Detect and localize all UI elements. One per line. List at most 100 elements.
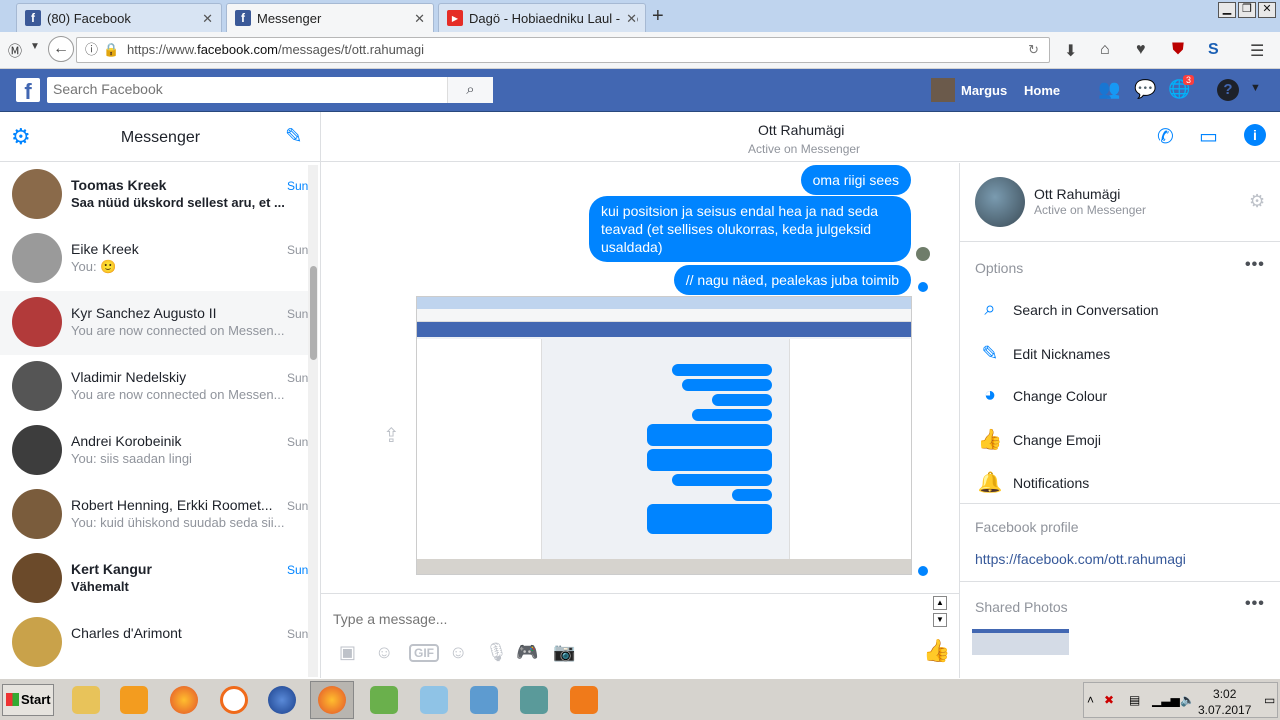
ublock-icon[interactable]: ⛊ <box>1172 41 1184 59</box>
conversation-item[interactable]: Kert Kangur Vähemalt Sun <box>0 547 308 611</box>
url-bar[interactable]: ⓘ 🔒 https://www.facebook.com/messages/t/… <box>76 37 1050 63</box>
paint-icon[interactable] <box>362 681 406 719</box>
firefox-active-icon[interactable] <box>310 681 354 719</box>
menu-logo-icon[interactable]: Ⓜ <box>8 41 22 61</box>
shared-photo-thumbnail[interactable] <box>972 629 1069 655</box>
help-icon[interactable]: ? <box>1217 79 1239 101</box>
scroll-up-icon[interactable]: ▲ <box>933 596 947 610</box>
restore-button[interactable]: ❐ <box>1238 2 1256 18</box>
option-label: Change Emoji <box>1013 431 1101 448</box>
avast-icon[interactable] <box>212 681 256 719</box>
option-change-colour[interactable]: ◕ Change Colour <box>975 384 1107 407</box>
start-button[interactable]: Start <box>2 684 54 716</box>
more-options-icon[interactable]: ••• <box>1245 595 1265 613</box>
account-dropdown-icon[interactable]: ▼ <box>1250 82 1261 94</box>
home-icon[interactable]: ⌂ <box>1100 41 1110 59</box>
conversation-item[interactable]: Robert Henning, Erkki Roomet... You: kuid… <box>0 483 308 547</box>
info-icon[interactable]: ⓘ <box>85 38 98 62</box>
thunderbird-icon[interactable] <box>260 681 304 719</box>
volume-icon[interactable]: 🔈 <box>1180 693 1195 707</box>
download-icon[interactable]: ⬇ <box>1064 41 1077 61</box>
close-icon[interactable]: ✕ <box>622 11 637 27</box>
screenshot-tool-icon[interactable] <box>462 681 506 719</box>
search-icon[interactable]: ⌕ <box>447 77 493 103</box>
network-tool-icon[interactable] <box>512 681 556 719</box>
search-input[interactable] <box>53 77 453 101</box>
phone-icon[interactable]: ✆ <box>1157 124 1174 149</box>
user-name: Margus <box>961 82 1008 98</box>
more-options-icon[interactable]: ••• <box>1245 256 1265 274</box>
printer-icon[interactable]: ▤ <box>1129 693 1140 707</box>
info-icon[interactable]: i <box>1244 124 1266 146</box>
profile-link[interactable]: Margus <box>931 78 1007 102</box>
conversation-item[interactable]: Eike Kreek You: 🙂 Sun <box>0 227 308 291</box>
microphone-icon[interactable]: 🎙 <box>485 642 508 663</box>
conversation-item[interactable]: Andrei Korobeinik You: siis saadan lingi S… <box>0 419 308 483</box>
conversation-item[interactable]: Kyr Sanchez Augusto II You are now connec… <box>0 291 308 355</box>
extension-s-icon[interactable]: S <box>1208 41 1219 59</box>
screenshot-image[interactable] <box>416 296 912 575</box>
option-search-in-conversation[interactable]: ⌕ Search in Conversation <box>975 298 1158 321</box>
scroll-down-icon[interactable]: ▼ <box>933 613 947 627</box>
show-desktop-icon[interactable]: ▭ <box>1264 693 1275 707</box>
option-label: Edit Nicknames <box>1013 345 1111 362</box>
media-player-icon[interactable] <box>112 681 156 719</box>
tab-facebook[interactable]: f (80) Facebook ✕ <box>16 3 222 32</box>
conversation-item[interactable]: Vladimir Nedelskiy You are now connected … <box>0 355 308 419</box>
home-link[interactable]: Home <box>1024 83 1060 98</box>
close-window-button[interactable]: ✕ <box>1258 2 1276 18</box>
image-icon[interactable]: ▣ <box>339 642 356 663</box>
sticker-icon[interactable]: ☺ <box>375 642 393 663</box>
message-bubble[interactable]: // nagu näed, pealekas juba toimib <box>673 265 911 295</box>
friend-requests-icon[interactable]: 👥 <box>1098 79 1120 100</box>
thumbs-up-icon[interactable]: 👍 <box>923 638 950 664</box>
option-change-emoji[interactable]: 👍 Change Emoji <box>975 427 1101 452</box>
chevron-down-icon[interactable]: ▼ <box>30 41 40 52</box>
hamburger-menu-icon[interactable]: ☰ <box>1250 41 1264 61</box>
pocket-icon[interactable]: ♥ <box>1136 41 1146 59</box>
chevron-up-icon[interactable]: ˄ <box>1087 693 1094 707</box>
close-icon[interactable]: ✕ <box>202 11 213 27</box>
url-path: /messages/t/ott.rahumagi <box>278 42 424 57</box>
compose-icon[interactable]: ✎ <box>285 124 303 149</box>
share-icon[interactable]: ⇪ <box>383 423 400 448</box>
option-edit-nicknames[interactable]: ✎ Edit Nicknames <box>975 341 1111 366</box>
scrollbar[interactable] <box>308 165 318 677</box>
game-controller-icon[interactable]: 🎮 <box>516 642 538 663</box>
firefox-icon[interactable] <box>162 681 206 719</box>
gear-icon[interactable]: ⚙ <box>1249 191 1265 212</box>
reload-icon[interactable]: ↻ <box>1028 38 1039 62</box>
camera-icon[interactable]: 📷 <box>553 642 575 663</box>
conversation-item[interactable]: Charles d'Arimont Sun <box>0 611 308 675</box>
facebook-logo-icon[interactable]: f <box>16 78 40 104</box>
option-notifications[interactable]: 🔔 Notifications <box>975 470 1090 495</box>
contact-name[interactable]: Ott Rahumägi <box>1034 186 1120 202</box>
tab-youtube[interactable]: ▶ Dagö - Hobiaedniku Laul - Yo ✕ <box>438 3 646 32</box>
scrollbar-thumb[interactable] <box>310 266 317 360</box>
conversation-snippet: You: 🙂 <box>71 259 117 274</box>
messenger-icon[interactable]: 💬 <box>1134 79 1156 100</box>
minimize-button[interactable]: ▁ <box>1218 2 1236 18</box>
new-tab-button[interactable]: + <box>652 5 664 28</box>
emoji-icon[interactable]: ☺ <box>449 642 467 663</box>
network-error-icon[interactable]: ✖ <box>1104 693 1114 707</box>
pdf-icon[interactable] <box>562 681 606 719</box>
profile-link[interactable]: https://facebook.com/ott.rahumagi <box>975 551 1186 567</box>
message-bubble[interactable]: kui positsion ja seisus endal hea ja nad… <box>589 196 911 262</box>
message-input[interactable] <box>333 608 893 630</box>
conversation-item[interactable]: Toomas Kreek Saa nüüd ükskord sellest aru… <box>0 163 308 227</box>
contact-name[interactable]: Ott Rahumägi <box>758 122 844 138</box>
conversation-snippet: You: siis saadan lingi <box>71 451 192 466</box>
gif-icon[interactable]: GIF <box>409 644 439 662</box>
avatar[interactable] <box>975 177 1025 227</box>
signal-icon[interactable]: ▁▃▅ <box>1152 693 1180 707</box>
video-camera-icon[interactable]: ▭ <box>1199 124 1218 149</box>
clock[interactable]: 3:02 3.07.2017 <box>1198 686 1251 718</box>
close-icon[interactable]: ✕ <box>414 11 425 27</box>
notepad-icon[interactable] <box>412 681 456 719</box>
message-thread: oma riigi sees kui positsion ja seisus e… <box>321 163 959 593</box>
message-bubble[interactable]: oma riigi sees <box>800 165 911 195</box>
tab-messenger[interactable]: f Messenger ✕ <box>226 3 434 32</box>
back-button[interactable]: ← <box>48 36 74 62</box>
file-explorer-icon[interactable] <box>64 681 108 719</box>
